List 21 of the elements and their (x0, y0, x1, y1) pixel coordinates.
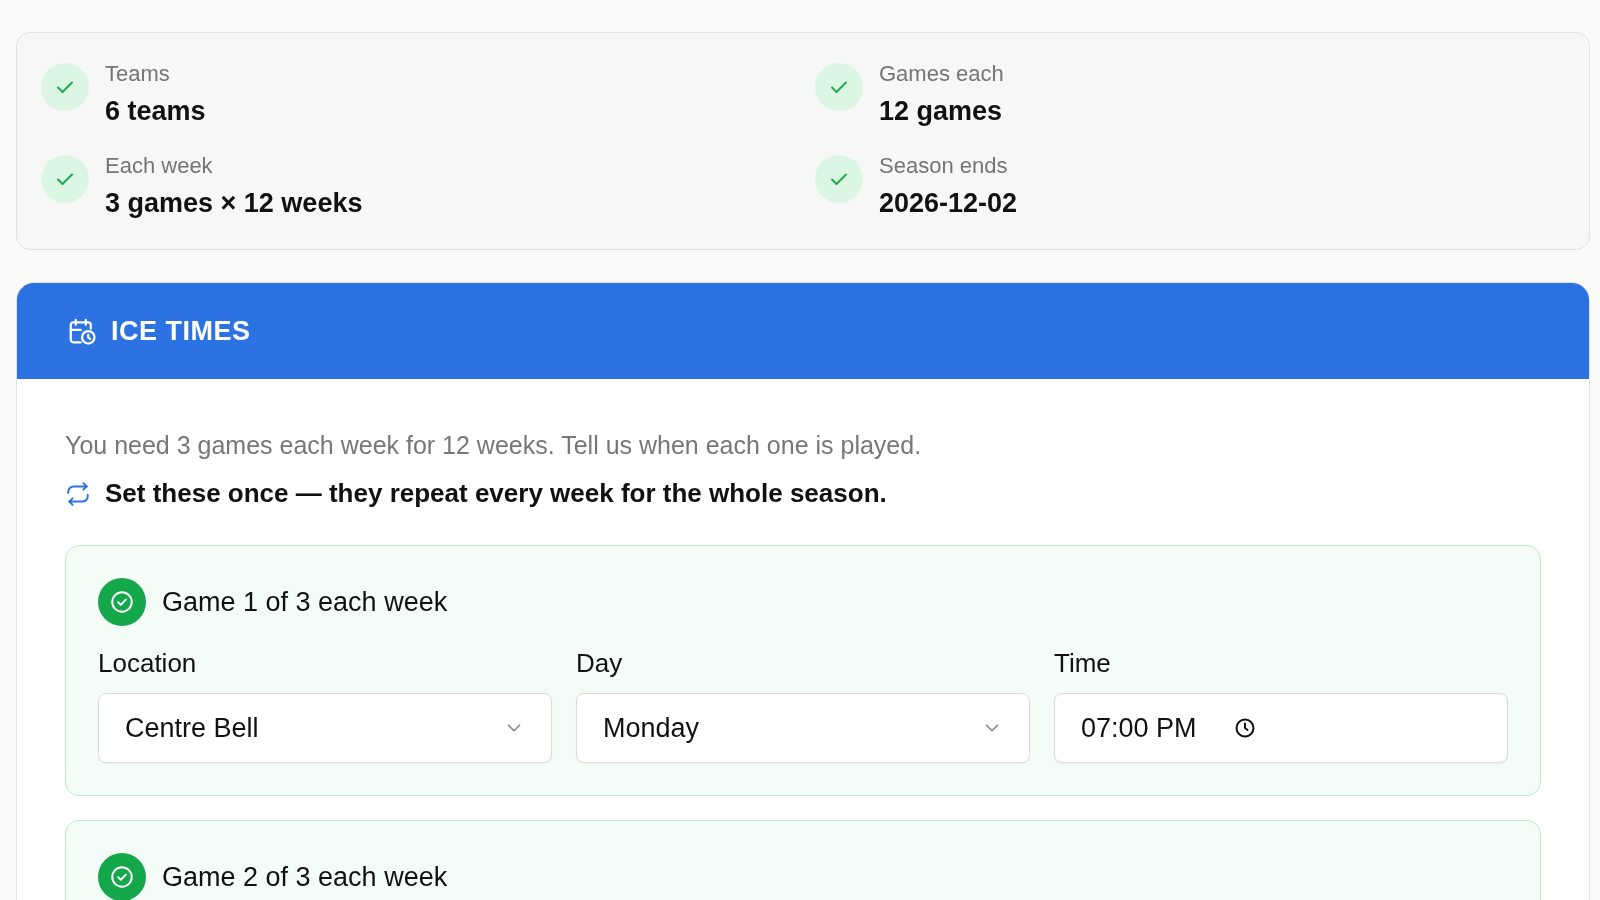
time-field[interactable]: 07:00 PM (1054, 693, 1508, 763)
game-title: Game 2 of 3 each week (162, 861, 448, 893)
field-label: Location (98, 648, 198, 679)
field-label: Time (1054, 648, 1112, 679)
summary-label: Season ends (879, 153, 1009, 179)
intro-text: You need 3 games each week for 12 weeks. Tell us when each one is played. (65, 430, 923, 460)
note-text: Set these once — they repeat every week for the whole season. (105, 478, 887, 509)
summary-label: Games each (879, 61, 1004, 87)
summary-value: 12 games (879, 96, 1004, 127)
summary-label: Teams (105, 61, 171, 87)
summary-value: 3 games × 12 weeks (105, 188, 363, 219)
field-label: Day (576, 648, 624, 679)
summary-value: 6 teams (105, 96, 206, 127)
summary-value: 2026-12-02 (879, 188, 1018, 219)
summary-label: Each week (105, 153, 214, 179)
select-field[interactable]: Centre Bell (98, 693, 552, 763)
repeat-icon (65, 480, 91, 507)
select-field[interactable]: Monday (576, 693, 1030, 763)
game-title: Game 1 of 3 each week (162, 586, 448, 618)
calendar-clock-icon (67, 316, 97, 346)
panel-title: ICE TIMES (111, 315, 251, 347)
